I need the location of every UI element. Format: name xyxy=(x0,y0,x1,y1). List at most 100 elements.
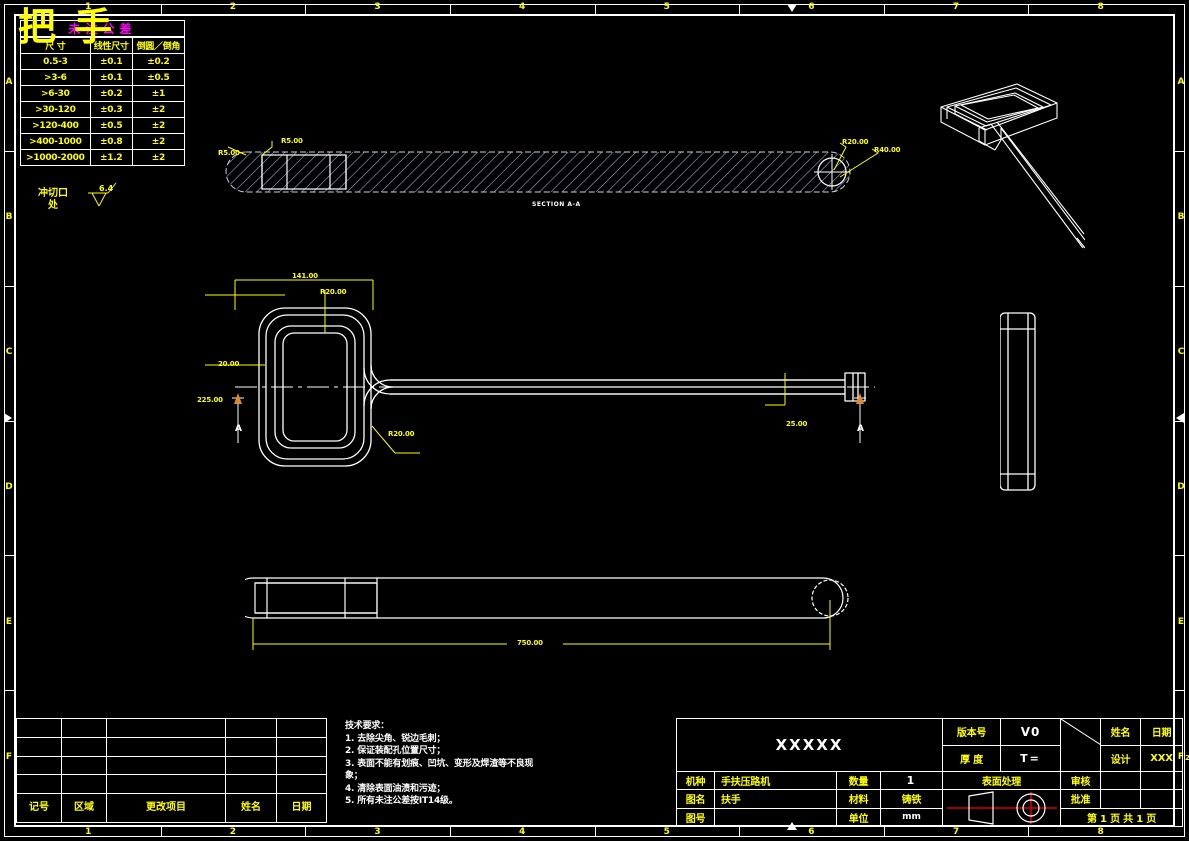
revision-cell-3-0[interactable] xyxy=(16,774,62,795)
tech-req-item-1: 2. 保证装配孔位置尺寸； xyxy=(345,746,446,756)
material-value: 铸铁 xyxy=(879,789,944,809)
zone-tick xyxy=(5,555,16,557)
zone-label-left-D: D xyxy=(5,481,13,492)
tech-req-item-0: 1. 去除尖角、锐边毛刺； xyxy=(345,733,446,744)
quantity-value: 1 xyxy=(879,771,944,790)
zone-label-bottom-2: 2 xyxy=(229,827,237,837)
zone-tick xyxy=(5,285,16,287)
tolerance-cell-4-2: ±2 xyxy=(131,117,186,134)
zone-tick xyxy=(1175,690,1185,692)
tolerance-cell-5-1: ±0.8 xyxy=(89,133,133,150)
revision-cell-2-1[interactable] xyxy=(61,755,107,776)
dim-section-r40: R40.00 xyxy=(874,146,901,154)
revision-cell-2-2[interactable] xyxy=(106,755,226,776)
punch-opening-note: 冲切口 处 xyxy=(38,188,68,212)
tolerance-cell-1-1: ±0.1 xyxy=(89,69,133,86)
surface-roughness-symbol: 6.4 xyxy=(86,182,120,208)
version-value: V0 xyxy=(1000,718,1062,746)
tolerance-cell-0-0: 0.5-3 xyxy=(20,53,91,70)
dim-front-fillet-top: R20.00 xyxy=(320,288,347,296)
tolerance-row: 0.5-3 ±0.1 ±0.2 xyxy=(20,53,186,70)
drawing-no-label: 图号 xyxy=(676,807,715,827)
zone-label-top-4: 4 xyxy=(519,2,526,12)
tolerance-cell-0-2: ±0.2 xyxy=(131,53,186,70)
revision-row[interactable] xyxy=(16,774,327,795)
revision-cell-1-1[interactable] xyxy=(61,736,107,757)
machine-type-value: 手扶压路机 xyxy=(714,771,837,790)
revision-cell-2-4[interactable] xyxy=(276,755,327,776)
zone-label-left-F: F xyxy=(5,751,13,762)
revision-cell-1-0[interactable] xyxy=(16,736,62,757)
revision-cell-1-4[interactable] xyxy=(276,736,327,757)
zone-label-right-A: A xyxy=(1177,77,1185,88)
dim-section-r5-top: R5.00 xyxy=(281,137,303,145)
zone-label-left-C: C xyxy=(5,347,13,358)
revision-cell-2-3[interactable] xyxy=(225,755,277,776)
revision-row[interactable] xyxy=(16,718,327,738)
tolerance-cell-6-0: >1000-2000 xyxy=(20,149,91,166)
approve-date xyxy=(1140,789,1184,809)
tolerance-cell-2-2: ±1 xyxy=(131,85,186,102)
zone-tick xyxy=(883,5,885,16)
tolerance-cell-0-1: ±0.1 xyxy=(89,53,133,70)
thickness-label: 厚 度 xyxy=(942,744,1002,772)
revision-header-2: 更改项目 xyxy=(106,793,226,823)
diagonal-cell xyxy=(1060,718,1102,772)
revision-row[interactable] xyxy=(16,736,327,757)
zone-tick xyxy=(5,690,16,692)
revision-cell-0-4[interactable] xyxy=(276,718,327,738)
revision-cell-3-3[interactable] xyxy=(225,774,277,795)
zone-tick xyxy=(594,5,596,16)
zone-tick xyxy=(1175,285,1185,287)
tolerance-cell-4-0: >120-400 xyxy=(20,117,91,134)
front-view xyxy=(205,265,885,510)
zone-label-left-B: B xyxy=(5,212,13,223)
zone-tick xyxy=(449,5,451,16)
zone-label-bottom-6: 6 xyxy=(808,827,815,837)
unit-label: 单位 xyxy=(836,807,881,827)
zone-tick xyxy=(305,5,307,16)
revision-cell-0-2[interactable] xyxy=(106,718,226,738)
dim-front-offset: 20.00 xyxy=(218,360,240,368)
machine-type-label: 机种 xyxy=(676,771,715,790)
tolerance-row: >30-120 ±0.3 ±2 xyxy=(20,101,186,118)
material-label: 材料 xyxy=(836,789,881,809)
tolerance-cell-4-1: ±0.5 xyxy=(89,117,133,134)
section-arrow-label-left: A xyxy=(235,424,242,434)
tech-req-item-5: 5. 所有未注公差按IT14级。 xyxy=(345,796,458,806)
revision-cell-3-4[interactable] xyxy=(276,774,327,795)
revision-cell-0-0[interactable] xyxy=(16,718,62,738)
zone-label-top-8: 8 xyxy=(1097,2,1104,12)
tech-req-heading: 技术要求： xyxy=(345,721,390,731)
tolerance-cell-3-0: >30-120 xyxy=(20,101,91,118)
date-column-header: 日期 xyxy=(1140,718,1184,746)
revision-cell-3-2[interactable] xyxy=(106,774,226,795)
cad-drawing-sheet: 12345678 12345678 ABCDEF ABCDEF 未注公差 尺 寸… xyxy=(0,0,1189,841)
zone-tick xyxy=(739,5,741,16)
tolerance-cell-3-1: ±0.3 xyxy=(89,101,133,118)
zone-tick xyxy=(160,5,162,16)
revision-cell-2-0[interactable] xyxy=(16,755,62,776)
tolerance-table: 尺 寸线性尺寸 倒圆／倒角 0.5-3 ±0.1 ±0.2 >3-6 ±0.1 ±0.5 >6-… xyxy=(20,37,186,166)
revision-cell-1-2[interactable] xyxy=(106,736,226,757)
tolerance-cell-1-2: ±0.5 xyxy=(131,69,186,86)
revision-cell-1-3[interactable] xyxy=(225,736,277,757)
isometric-3d-view xyxy=(905,62,1085,257)
surface-treatment-label: 表面处理 xyxy=(942,771,1062,790)
tolerance-cell-6-1: ±1.2 xyxy=(89,149,133,166)
revision-cell-3-1[interactable] xyxy=(61,774,107,795)
zone-tick xyxy=(883,826,885,837)
tolerance-row: >1000-2000 ±1.2 ±2 xyxy=(20,149,186,166)
revision-cell-0-3[interactable] xyxy=(225,718,277,738)
tolerance-cell-3-2: ±2 xyxy=(131,101,186,118)
zone-label-bottom-7: 7 xyxy=(952,827,960,837)
overlay-part-title: 把手 xyxy=(18,5,131,49)
zone-label-top-3: 3 xyxy=(374,2,381,12)
page-indicator: 第 1 页 共 1 页 xyxy=(1060,807,1184,827)
revision-cell-0-1[interactable] xyxy=(61,718,107,738)
zone-label-bottom-3: 3 xyxy=(374,827,381,837)
company-name: XXXXX xyxy=(675,718,944,772)
dim-front-shaft-dia: 25.00 xyxy=(786,420,808,428)
revision-row[interactable] xyxy=(16,755,327,776)
check-date xyxy=(1140,771,1184,790)
